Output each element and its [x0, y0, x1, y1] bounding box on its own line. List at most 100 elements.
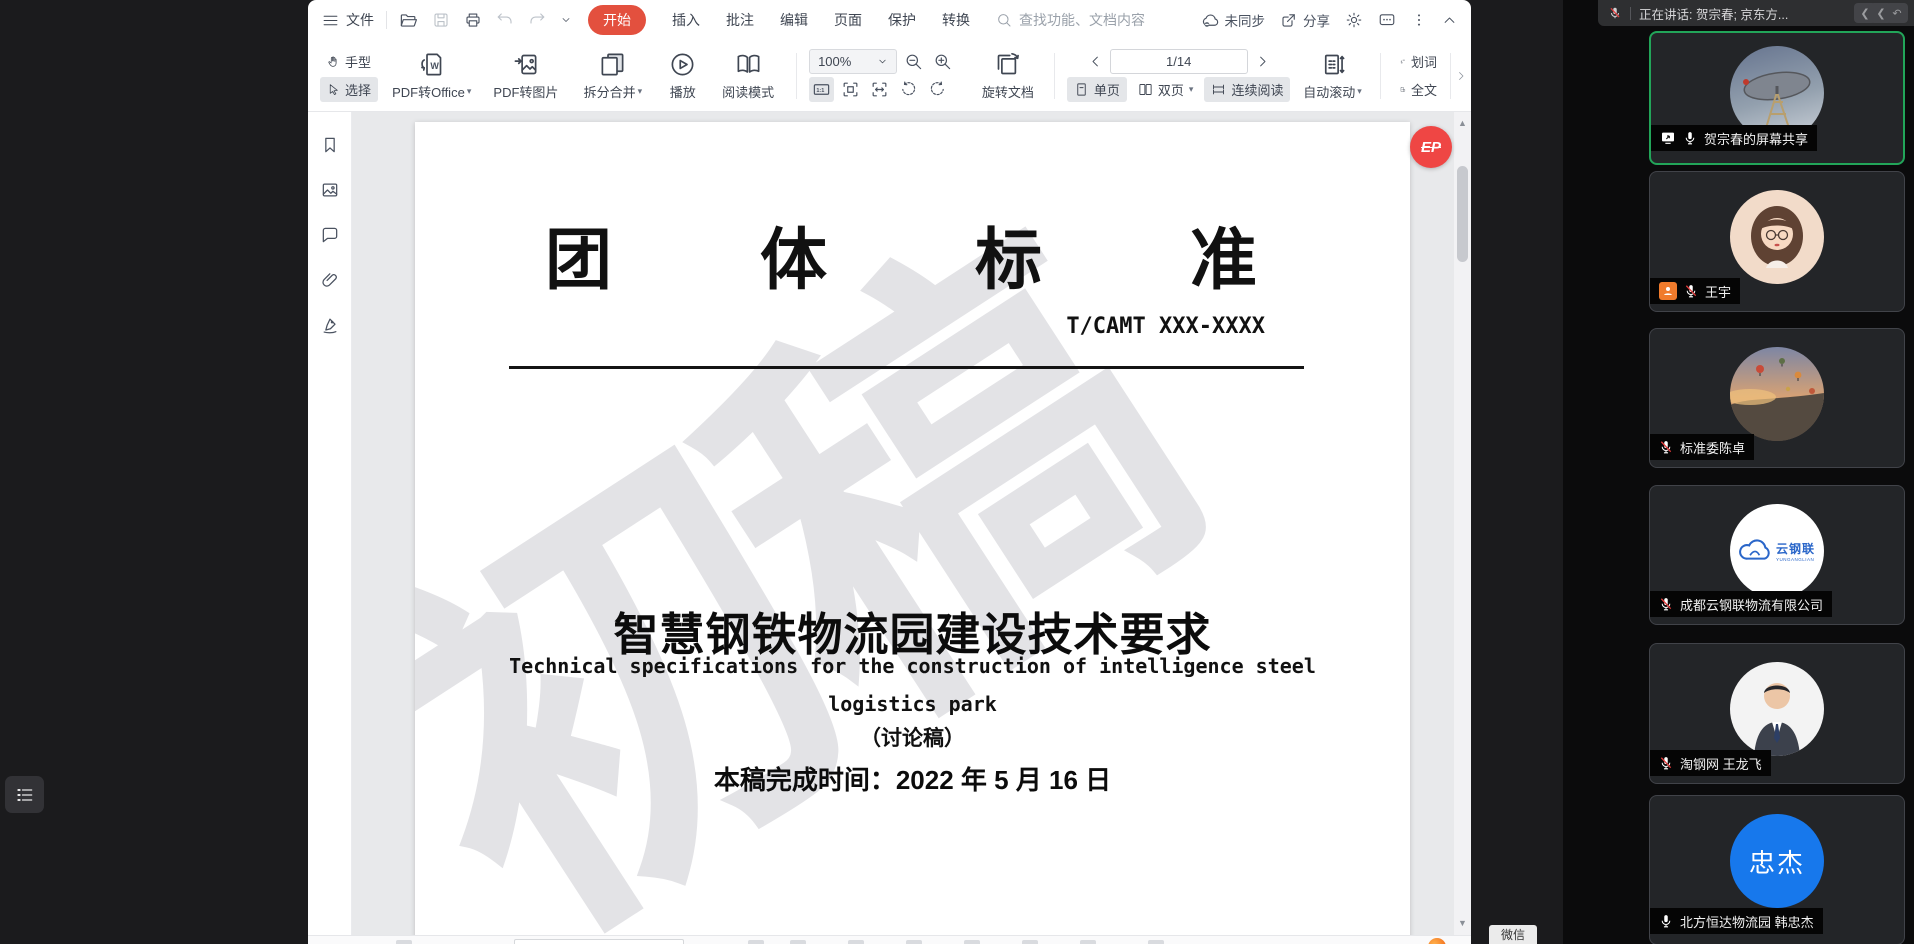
horizontal-rule	[509, 366, 1304, 369]
print-button[interactable]	[464, 11, 482, 29]
participant-name: 贺宗春的屏幕共享	[1704, 129, 1808, 148]
sidebar-control-restore[interactable]: ↶	[1886, 3, 1908, 23]
file-menu-button[interactable]: 文件	[322, 10, 374, 30]
cloud-logo-icon	[1739, 538, 1773, 564]
search-input[interactable]: 查找功能、文档内容	[996, 10, 1145, 30]
status-icon[interactable]	[790, 940, 806, 944]
e-stamp-badge[interactable]: EP	[1410, 126, 1452, 168]
document-scrollbar[interactable]: ▲ ▼	[1454, 112, 1471, 935]
avatar-woman-illustration	[1730, 190, 1824, 284]
rotate-document-button[interactable]: 旋转文档	[974, 49, 1042, 103]
word-translate-button[interactable]: a 划词	[1393, 49, 1444, 74]
continuous-reading-button[interactable]: 连续阅读	[1204, 77, 1290, 102]
app-logo-badge	[1428, 938, 1446, 944]
bookmarks-panel-button[interactable]	[320, 135, 340, 155]
mic-muted-icon	[1659, 440, 1673, 454]
participant-label: 淘钢网 王龙飞	[1650, 750, 1771, 776]
sync-status-button[interactable]: 未同步	[1201, 10, 1266, 30]
pdf-to-office-button[interactable]: W PDF转Office▾	[384, 49, 479, 103]
fit-width-button[interactable]	[867, 77, 892, 102]
status-icon[interactable]	[1148, 940, 1164, 944]
more-menu-button[interactable]	[1411, 12, 1427, 28]
status-icon[interactable]	[748, 940, 764, 944]
fit-page-button[interactable]	[838, 77, 863, 102]
signature-pen-icon	[320, 315, 340, 335]
feedback-button[interactable]	[1378, 11, 1396, 29]
speaking-status-text: 正在讲话: 贺宗春; 京东方...	[1639, 4, 1788, 23]
redo-button[interactable]	[528, 11, 546, 29]
tab-protect[interactable]: 保护	[888, 10, 916, 30]
tab-edit[interactable]: 编辑	[780, 10, 808, 30]
participant-tile[interactable]: 忠杰 北方恒达物流园 韩忠杰	[1649, 795, 1905, 944]
caret-down: ▾	[1189, 84, 1194, 95]
auto-scroll-button[interactable]: 自动滚动▾	[1296, 49, 1368, 103]
left-panel-rail	[308, 112, 352, 935]
page-indicator-input[interactable]: 1/14	[1110, 49, 1248, 74]
status-icon[interactable]	[848, 940, 864, 944]
zoom-in-button[interactable]	[930, 49, 955, 74]
scroll-down-arrow[interactable]: ▼	[1458, 919, 1467, 928]
settings-button[interactable]	[1345, 11, 1363, 29]
more-tools-dropdown[interactable]	[560, 14, 572, 26]
mic-muted-icon	[1608, 6, 1622, 20]
status-icon[interactable]	[1080, 940, 1096, 944]
full-translate-button[interactable]: a 全文	[1393, 77, 1444, 102]
participant-label: 王宇	[1650, 278, 1740, 304]
double-page-button[interactable]: 双页▾	[1131, 77, 1201, 102]
document-viewport[interactable]: 初稿 团 体 标 准 T/CAMT XXX-XXXX 智慧钢铁物流园建设技术要求…	[352, 112, 1471, 935]
tab-convert[interactable]: 转换	[942, 10, 970, 30]
subtitle-english-line1: Technical specifications for the constru…	[415, 654, 1410, 678]
pdf-to-image-button[interactable]: PDF转图片	[485, 49, 566, 103]
tab-home[interactable]: 开始	[588, 5, 646, 35]
select-tool-button[interactable]: 选择	[320, 77, 378, 102]
menu-bar: 文件 开始 插入 批注 编	[308, 0, 1471, 40]
attachments-panel-button[interactable]	[320, 270, 340, 290]
signature-panel-button[interactable]	[320, 315, 340, 335]
hand-tool-button[interactable]: 手型	[320, 49, 378, 74]
participant-name: 成都云钢联物流有限公司	[1680, 595, 1823, 614]
status-icon[interactable]	[396, 940, 412, 944]
single-page-button[interactable]: 单页	[1067, 77, 1127, 102]
ribbon-tabs: 开始 插入 批注 编辑 页面 保护 转换	[588, 5, 970, 35]
previous-page-button[interactable]	[1085, 51, 1106, 72]
outline-panel-button[interactable]	[5, 776, 44, 813]
double-page-icon	[1138, 82, 1153, 97]
reading-mode-button[interactable]: 阅读模式	[712, 49, 784, 103]
status-icon[interactable]	[906, 940, 922, 944]
actual-size-button[interactable]: 1:1	[809, 77, 834, 102]
svg-text:1:1: 1:1	[816, 88, 824, 94]
zoom-level-dropdown[interactable]: 100%	[809, 49, 897, 74]
next-page-button[interactable]	[1252, 51, 1273, 72]
participant-tile[interactable]: 贺宗春的屏幕共享	[1649, 31, 1905, 165]
pdf-to-office-icon: W	[418, 51, 445, 78]
save-button[interactable]	[432, 11, 450, 29]
rotate-left-button[interactable]	[896, 77, 921, 102]
status-icon[interactable]	[964, 940, 980, 944]
status-icon[interactable]	[1022, 940, 1038, 944]
split-merge-button[interactable]: 拆分合并▾	[572, 49, 653, 103]
scroll-up-arrow[interactable]: ▲	[1458, 119, 1467, 128]
single-page-icon	[1074, 82, 1089, 97]
member-badge-icon	[1659, 282, 1677, 300]
participant-name: 淘钢网 王龙飞	[1680, 754, 1762, 773]
toolbar-expander[interactable]	[1450, 53, 1471, 99]
scrollbar-thumb[interactable]	[1457, 166, 1468, 262]
open-file-button[interactable]	[399, 11, 418, 30]
share-button[interactable]: 分享	[1280, 10, 1330, 30]
status-page-input[interactable]	[514, 939, 684, 944]
thumbnails-panel-button[interactable]	[320, 180, 340, 200]
comments-panel-button[interactable]	[320, 225, 340, 245]
play-button[interactable]: 播放	[659, 49, 706, 103]
rotate-right-button[interactable]	[925, 77, 950, 102]
participant-tile[interactable]: 云钢联 YUNGANGLIAN 成都云钢联物流有限公司	[1649, 485, 1905, 625]
participant-tile[interactable]: 王宇	[1649, 171, 1905, 312]
zoom-out-button[interactable]	[901, 49, 926, 74]
wechat-taskbar-chip[interactable]: 微信	[1489, 925, 1537, 944]
tab-insert[interactable]: 插入	[672, 10, 700, 30]
undo-button[interactable]	[496, 11, 514, 29]
participant-tile[interactable]: 标准委陈卓	[1649, 328, 1905, 468]
participant-tile[interactable]: 淘钢网 王龙飞	[1649, 643, 1905, 784]
tab-page[interactable]: 页面	[834, 10, 862, 30]
tab-comment[interactable]: 批注	[726, 10, 754, 30]
collapse-ribbon-button[interactable]	[1442, 13, 1457, 28]
